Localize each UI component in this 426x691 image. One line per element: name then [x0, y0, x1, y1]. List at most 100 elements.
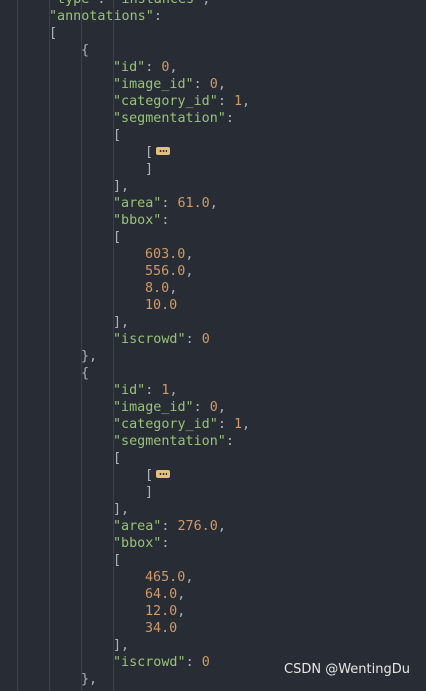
- json-number: 603.0: [145, 247, 186, 262]
- json-punctuation: :: [161, 519, 178, 534]
- json-punctuation: [: [49, 26, 58, 41]
- json-punctuation: {: [81, 43, 90, 58]
- code-line: [: [113, 229, 121, 246]
- json-punctuation: :: [97, 0, 113, 7]
- code-line: "segmentation":: [113, 110, 234, 127]
- code-line: "annotations":: [49, 8, 162, 25]
- json-punctuation: ,: [242, 94, 251, 109]
- json-punctuation: :: [217, 94, 234, 109]
- json-punctuation: [: [113, 128, 122, 143]
- code-line: },: [81, 348, 97, 365]
- code-line: "type": "instances",: [49, 0, 210, 8]
- json-string: "id": [113, 60, 146, 75]
- code-line: "image_id": 0,: [113, 399, 226, 416]
- json-number: 465.0: [145, 570, 186, 585]
- code-line: "id": 0,: [113, 59, 178, 76]
- code-line: 10.0: [145, 297, 177, 314]
- json-punctuation: },: [81, 349, 98, 364]
- json-string: "bbox": [113, 213, 162, 228]
- json-punctuation: [: [145, 468, 154, 483]
- code-line: ]: [145, 161, 153, 178]
- json-string: "area": [113, 196, 162, 211]
- indent-guide: [49, 0, 50, 691]
- json-number: 1: [233, 94, 242, 109]
- json-number: 0: [201, 332, 210, 347]
- json-string: "id": [113, 383, 146, 398]
- code-line: ],: [113, 637, 129, 654]
- json-punctuation: ],: [113, 315, 130, 330]
- json-punctuation: :: [185, 332, 202, 347]
- indent-guide: [81, 0, 82, 691]
- json-string: "category_id": [113, 417, 218, 432]
- fold-ellipsis-icon[interactable]: [156, 470, 171, 478]
- json-punctuation: :: [225, 111, 234, 126]
- json-punctuation: :: [161, 213, 170, 228]
- code-line: "iscrowd": 0: [113, 331, 210, 348]
- code-line: [: [145, 144, 171, 161]
- json-number: 0: [201, 655, 210, 670]
- json-number: 10.0: [145, 298, 178, 313]
- code-line: 8.0,: [145, 280, 177, 297]
- json-punctuation: },: [81, 672, 98, 687]
- code-line: "category_id": 1,: [113, 416, 250, 433]
- json-punctuation: :: [161, 536, 170, 551]
- json-string: "iscrowd": [113, 332, 186, 347]
- json-punctuation: ,: [169, 383, 178, 398]
- json-punctuation: :: [145, 60, 162, 75]
- json-string: "iscrowd": [113, 655, 186, 670]
- json-string: "annotations": [49, 9, 154, 24]
- code-line: },: [81, 671, 97, 688]
- json-string: "bbox": [113, 536, 162, 551]
- json-string: "image_id": [113, 400, 194, 415]
- code-line: "image_id": 0,: [113, 76, 226, 93]
- json-string: "segmentation": [113, 111, 226, 126]
- json-punctuation: ,: [217, 519, 226, 534]
- json-punctuation: ,: [177, 604, 186, 619]
- json-punctuation: ,: [217, 400, 226, 415]
- code-line: 64.0,: [145, 586, 185, 603]
- code-line: 34.0: [145, 620, 177, 637]
- code-line: 465.0,: [145, 569, 193, 586]
- code-line: {: [81, 365, 89, 382]
- code-line: [: [113, 552, 121, 569]
- json-punctuation: :: [185, 655, 202, 670]
- code-line: [: [49, 25, 57, 42]
- json-number: 61.0: [177, 196, 210, 211]
- json-punctuation: :: [193, 400, 210, 415]
- json-punctuation: :: [145, 383, 162, 398]
- code-line: "area": 276.0,: [113, 518, 226, 535]
- json-punctuation: ,: [177, 587, 186, 602]
- code-line: "area": 61.0,: [113, 195, 218, 212]
- code-line: ],: [113, 178, 129, 195]
- json-punctuation: ,: [202, 0, 210, 7]
- json-punctuation: ,: [185, 570, 194, 585]
- json-string: "image_id": [113, 77, 194, 92]
- json-punctuation: :: [161, 196, 178, 211]
- code-line: "bbox":: [113, 212, 169, 229]
- code-line: "category_id": 1,: [113, 93, 250, 110]
- code-line: 603.0,: [145, 246, 193, 263]
- code-line: ]: [145, 484, 153, 501]
- code-line: 556.0,: [145, 263, 193, 280]
- json-string: "category_id": [113, 94, 218, 109]
- json-number: 276.0: [177, 519, 218, 534]
- json-number: 0: [209, 77, 218, 92]
- json-punctuation: ,: [169, 60, 178, 75]
- json-punctuation: {: [81, 366, 90, 381]
- json-punctuation: ]: [145, 485, 154, 500]
- json-punctuation: ],: [113, 638, 130, 653]
- json-punctuation: ,: [185, 264, 194, 279]
- fold-ellipsis-icon[interactable]: [156, 147, 171, 155]
- json-number: 34.0: [145, 621, 178, 636]
- code-editor[interactable]: "type": "instances","annotations":[{"id"…: [0, 0, 426, 691]
- json-string: "type": [49, 0, 97, 7]
- json-string: "area": [113, 519, 162, 534]
- json-punctuation: [: [113, 553, 122, 568]
- json-punctuation: [: [145, 145, 154, 160]
- json-punctuation: :: [225, 434, 234, 449]
- watermark: CSDN @WentingDu: [284, 662, 410, 677]
- indent-guide: [17, 0, 18, 691]
- json-number: 1: [233, 417, 242, 432]
- code-line: [: [113, 127, 121, 144]
- code-line: "segmentation":: [113, 433, 234, 450]
